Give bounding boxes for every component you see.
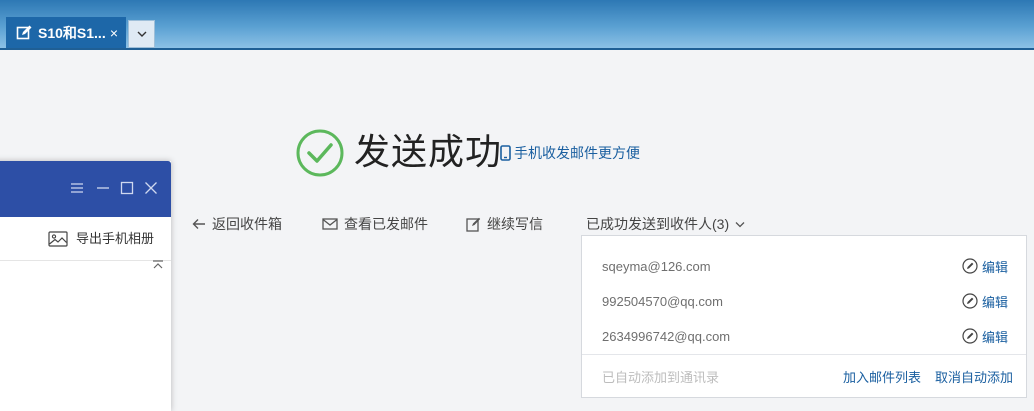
edit-label: 编辑 [981,294,1008,310]
menu-icon[interactable] [70,181,84,195]
recipients-summary: 已成功发送到收件人(3) [586,216,730,232]
mobile-mail-link[interactable]: 手机收发邮件更方便 [500,143,640,163]
envelope-icon [322,218,338,230]
chevron-down-icon [137,31,146,37]
edit-circle-icon [962,293,978,309]
cancel-auto-add-link[interactable]: 取消自动添加 [935,367,1013,386]
recipients-panel: sqeyma@126.com 编辑 992504570@qq.com 编辑 26… [581,235,1027,398]
side-panel-window: 导出手机相册 [0,161,171,411]
tab-compose[interactable]: S10和S1... × [6,17,126,48]
edit-recipient-button[interactable]: 编辑 [962,292,1008,311]
recipient-row: 2634996742@qq.com 编辑 [602,326,1008,346]
edit-label: 编辑 [981,259,1008,275]
export-phone-album-button[interactable]: 导出手机相册 [48,229,154,249]
arrow-left-icon [192,219,205,229]
tab-close-icon[interactable]: × [106,25,122,41]
mobile-link-label: 手机收发邮件更方便 [514,145,640,161]
side-window-toolbar: 导出手机相册 [0,217,171,261]
recipient-email: sqeyma@126.com [602,258,711,274]
maximize-icon[interactable] [120,181,134,195]
back-to-inbox-button[interactable]: 返回收件箱 [192,214,282,234]
edit-recipient-button[interactable]: 编辑 [962,257,1008,276]
check-circle-icon [296,129,344,177]
tab-title: S10和S1... [38,24,106,41]
success-title: 发送成功 [354,131,503,172]
tab-bar: S10和S1... × [0,0,1034,50]
chevron-down-icon [735,221,745,227]
continue-write-button[interactable]: 继续写信 [466,214,543,234]
edit-circle-icon [962,258,978,274]
phone-icon [500,145,511,161]
close-icon[interactable] [144,181,158,195]
image-icon [48,231,68,247]
edit-label: 编辑 [981,329,1008,345]
chevron-up-icon[interactable] [152,260,164,270]
edit-recipient-button[interactable]: 编辑 [962,327,1008,346]
recipient-row: sqeyma@126.com 编辑 [602,256,1008,276]
tab-list-dropdown[interactable] [128,20,155,48]
auto-added-label: 已自动添加到通讯录 [602,370,720,385]
recipients-footer: 已自动添加到通讯录 加入邮件列表 取消自动添加 [582,354,1026,399]
edit-icon [16,25,32,41]
minimize-icon[interactable] [96,181,110,195]
add-to-mail-list-link[interactable]: 加入邮件列表 [843,367,921,386]
recipient-row: 992504570@qq.com 编辑 [602,291,1008,311]
export-label: 导出手机相册 [76,231,155,246]
back-label: 返回收件箱 [212,216,282,232]
side-window-header [0,161,171,217]
recipients-dropdown-toggle[interactable]: 已成功发送到收件人(3) [586,214,745,234]
recipient-email: 992504570@qq.com [602,293,723,309]
continue-write-label: 继续写信 [487,216,543,232]
view-sent-label: 查看已发邮件 [344,216,428,232]
view-sent-button[interactable]: 查看已发邮件 [322,214,428,234]
edit-circle-icon [962,328,978,344]
recipient-email: 2634996742@qq.com [602,328,731,344]
edit-icon [466,217,481,232]
